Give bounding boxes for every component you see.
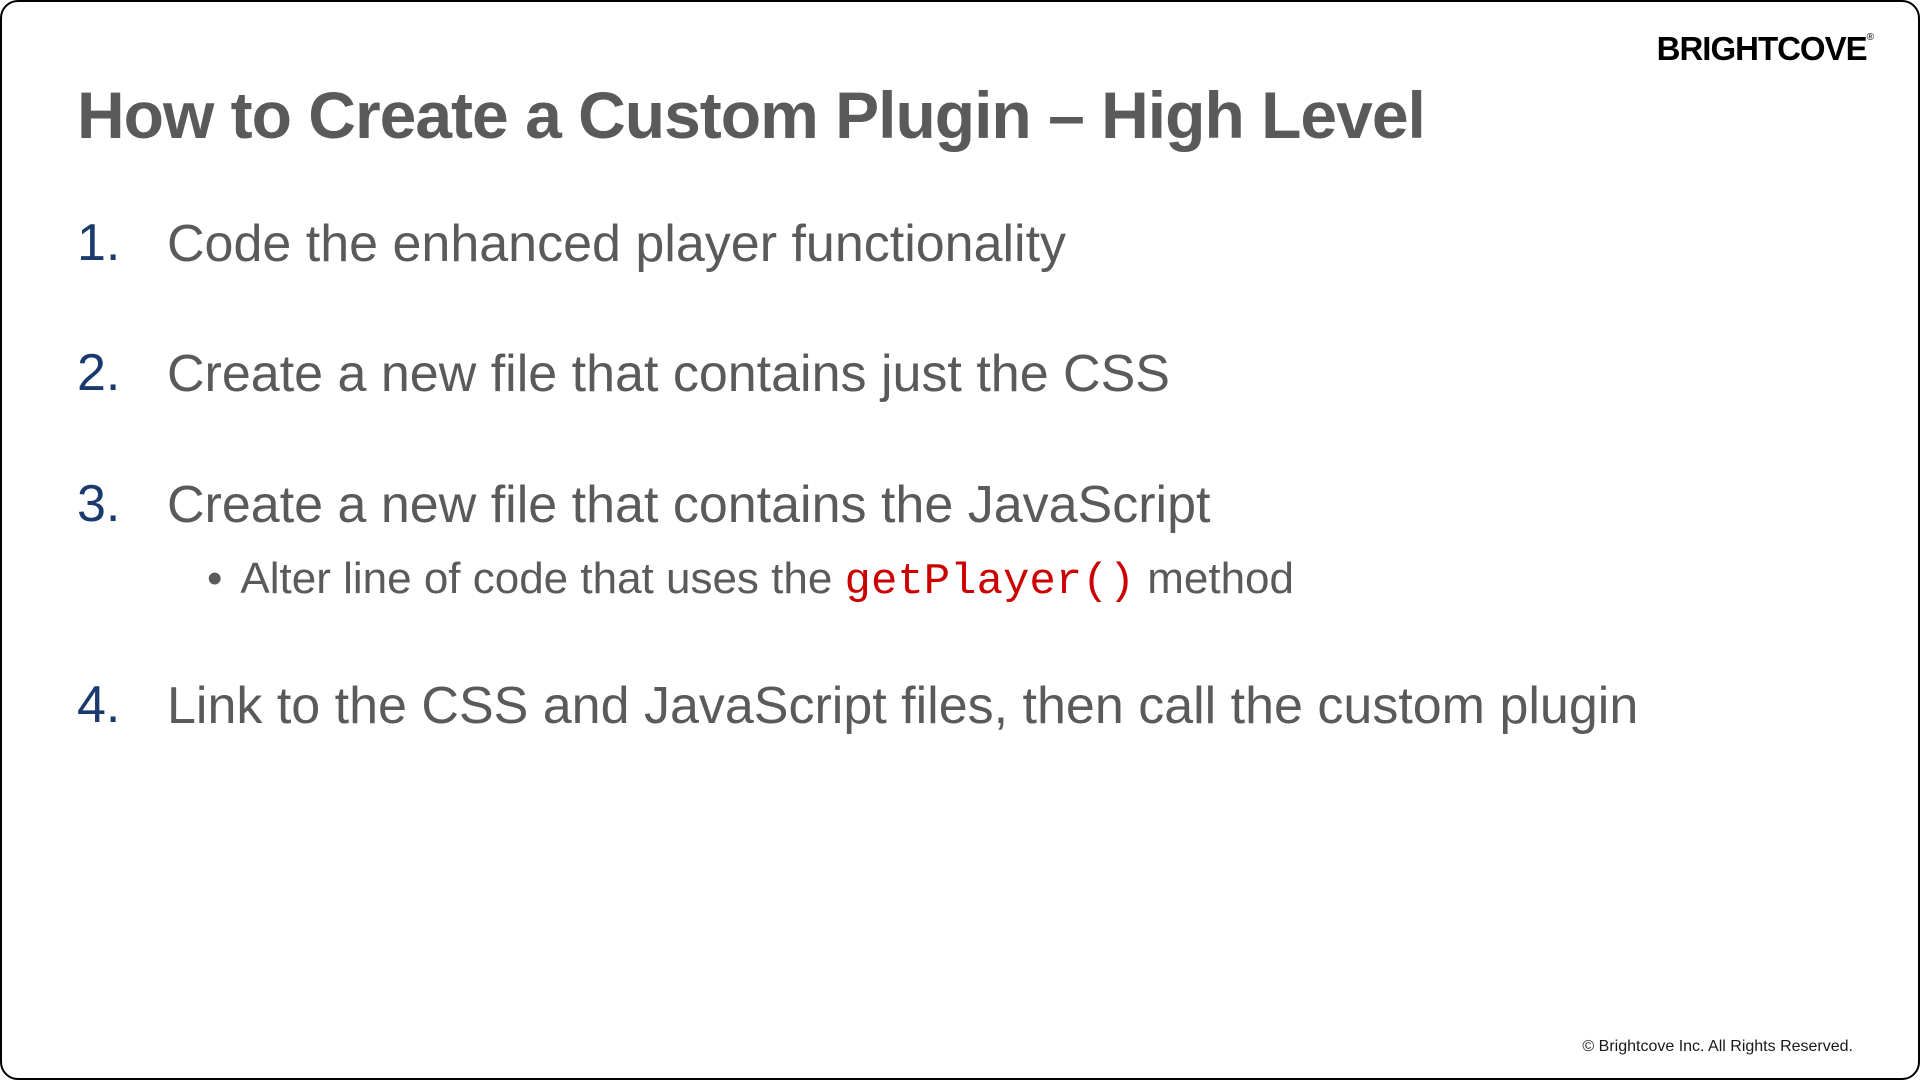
steps-list: 1. Code the enhanced player functionalit… xyxy=(77,213,1843,738)
brightcove-logo: BRIGHTCOVE® xyxy=(1657,30,1873,68)
logo-registered: ® xyxy=(1867,32,1873,43)
list-item: 2. Create a new file that contains just … xyxy=(77,343,1843,405)
slide-title: How to Create a Custom Plugin – High Lev… xyxy=(77,77,1843,153)
list-content: Create a new file that contains just the… xyxy=(167,343,1843,405)
list-number: 4. xyxy=(77,675,167,735)
bullet-icon: • xyxy=(207,557,222,601)
sub-text: Alter line of code that uses the getPlay… xyxy=(240,554,1294,607)
list-content: Code the enhanced player functionality xyxy=(167,213,1843,275)
list-number: 1. xyxy=(77,213,167,273)
list-content: Link to the CSS and JavaScript files, th… xyxy=(167,675,1843,737)
list-text: Code the enhanced player functionality xyxy=(167,215,1066,273)
copyright-text: © Brightcove Inc. All Rights Reserved. xyxy=(1582,1038,1853,1056)
list-text: Create a new file that contains just the… xyxy=(167,345,1170,403)
list-number: 2. xyxy=(77,343,167,403)
list-text: Create a new file that contains the Java… xyxy=(167,476,1210,534)
code-text: getPlayer() xyxy=(845,557,1135,607)
list-item: 1. Code the enhanced player functionalit… xyxy=(77,213,1843,275)
sub-prefix: Alter line of code that uses the xyxy=(240,554,844,603)
sub-bullet: • Alter line of code that uses the getPl… xyxy=(167,554,1843,607)
list-text: Link to the CSS and JavaScript files, th… xyxy=(167,677,1638,735)
list-number: 3. xyxy=(77,474,167,534)
logo-text: BRIGHTCOVE xyxy=(1657,30,1867,67)
list-item: 3. Create a new file that contains the J… xyxy=(77,474,1843,607)
list-content: Create a new file that contains the Java… xyxy=(167,474,1843,607)
sub-suffix: method xyxy=(1135,554,1294,603)
list-item: 4. Link to the CSS and JavaScript files,… xyxy=(77,675,1843,737)
slide-container: BRIGHTCOVE® How to Create a Custom Plugi… xyxy=(0,0,1920,1080)
